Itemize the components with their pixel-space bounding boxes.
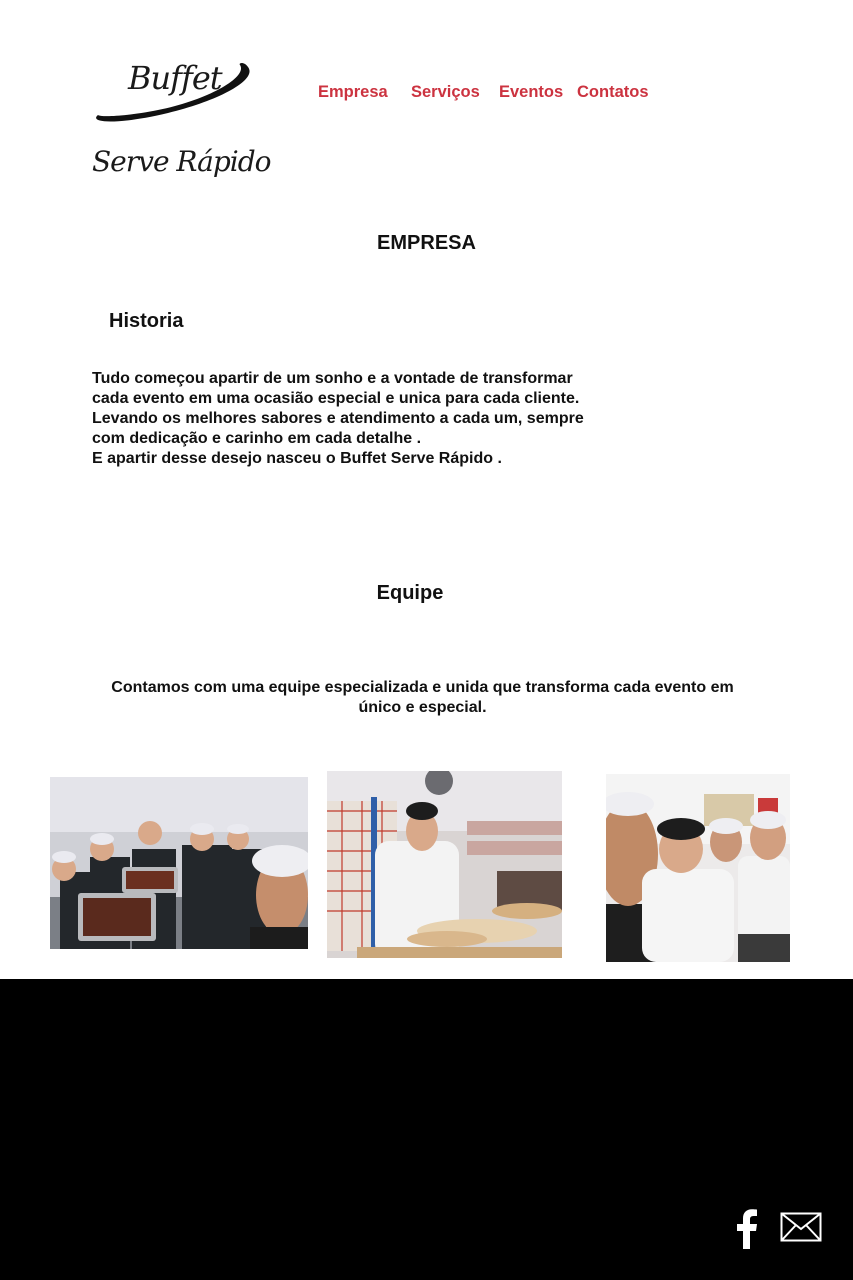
team-photo-2: [327, 771, 562, 958]
historia-line: com dedicação e carinho em cada detalhe …: [92, 430, 422, 447]
site-footer: [0, 979, 853, 1280]
historia-line: E apartir desse desejo nasceu o Buffet S…: [92, 450, 502, 467]
brand-line1: Buffet: [128, 59, 223, 97]
historia-heading: Historia: [109, 310, 184, 332]
historia-line: Levando os melhores sabores e atendiment…: [92, 410, 584, 427]
mail-icon[interactable]: [780, 1212, 822, 1242]
historia-line: cada evento em uma ocasião especial e un…: [92, 390, 580, 407]
brand-logo[interactable]: Buffet Serve Rápido: [88, 55, 272, 190]
historia-text: Tudo começou apartir de um sonho e a von…: [92, 369, 652, 469]
team-photo-1: [50, 777, 308, 949]
page-title: EMPRESA: [377, 232, 476, 254]
equipe-heading: Equipe: [376, 582, 444, 604]
facebook-icon[interactable]: [732, 1209, 760, 1249]
historia-line: Tudo começou apartir de um sonho e a von…: [92, 370, 573, 387]
equipe-text: Contamos com uma equipe especializada e …: [111, 679, 734, 716]
team-photo-3: [606, 774, 790, 962]
nav-link-contatos[interactable]: Contatos: [577, 83, 649, 102]
nav-link-empresa[interactable]: Empresa: [318, 83, 388, 102]
nav-link-eventos[interactable]: Eventos: [499, 83, 563, 102]
brand-line2: Serve Rápido: [92, 145, 272, 178]
nav-link-servicos[interactable]: Serviços: [411, 83, 480, 102]
